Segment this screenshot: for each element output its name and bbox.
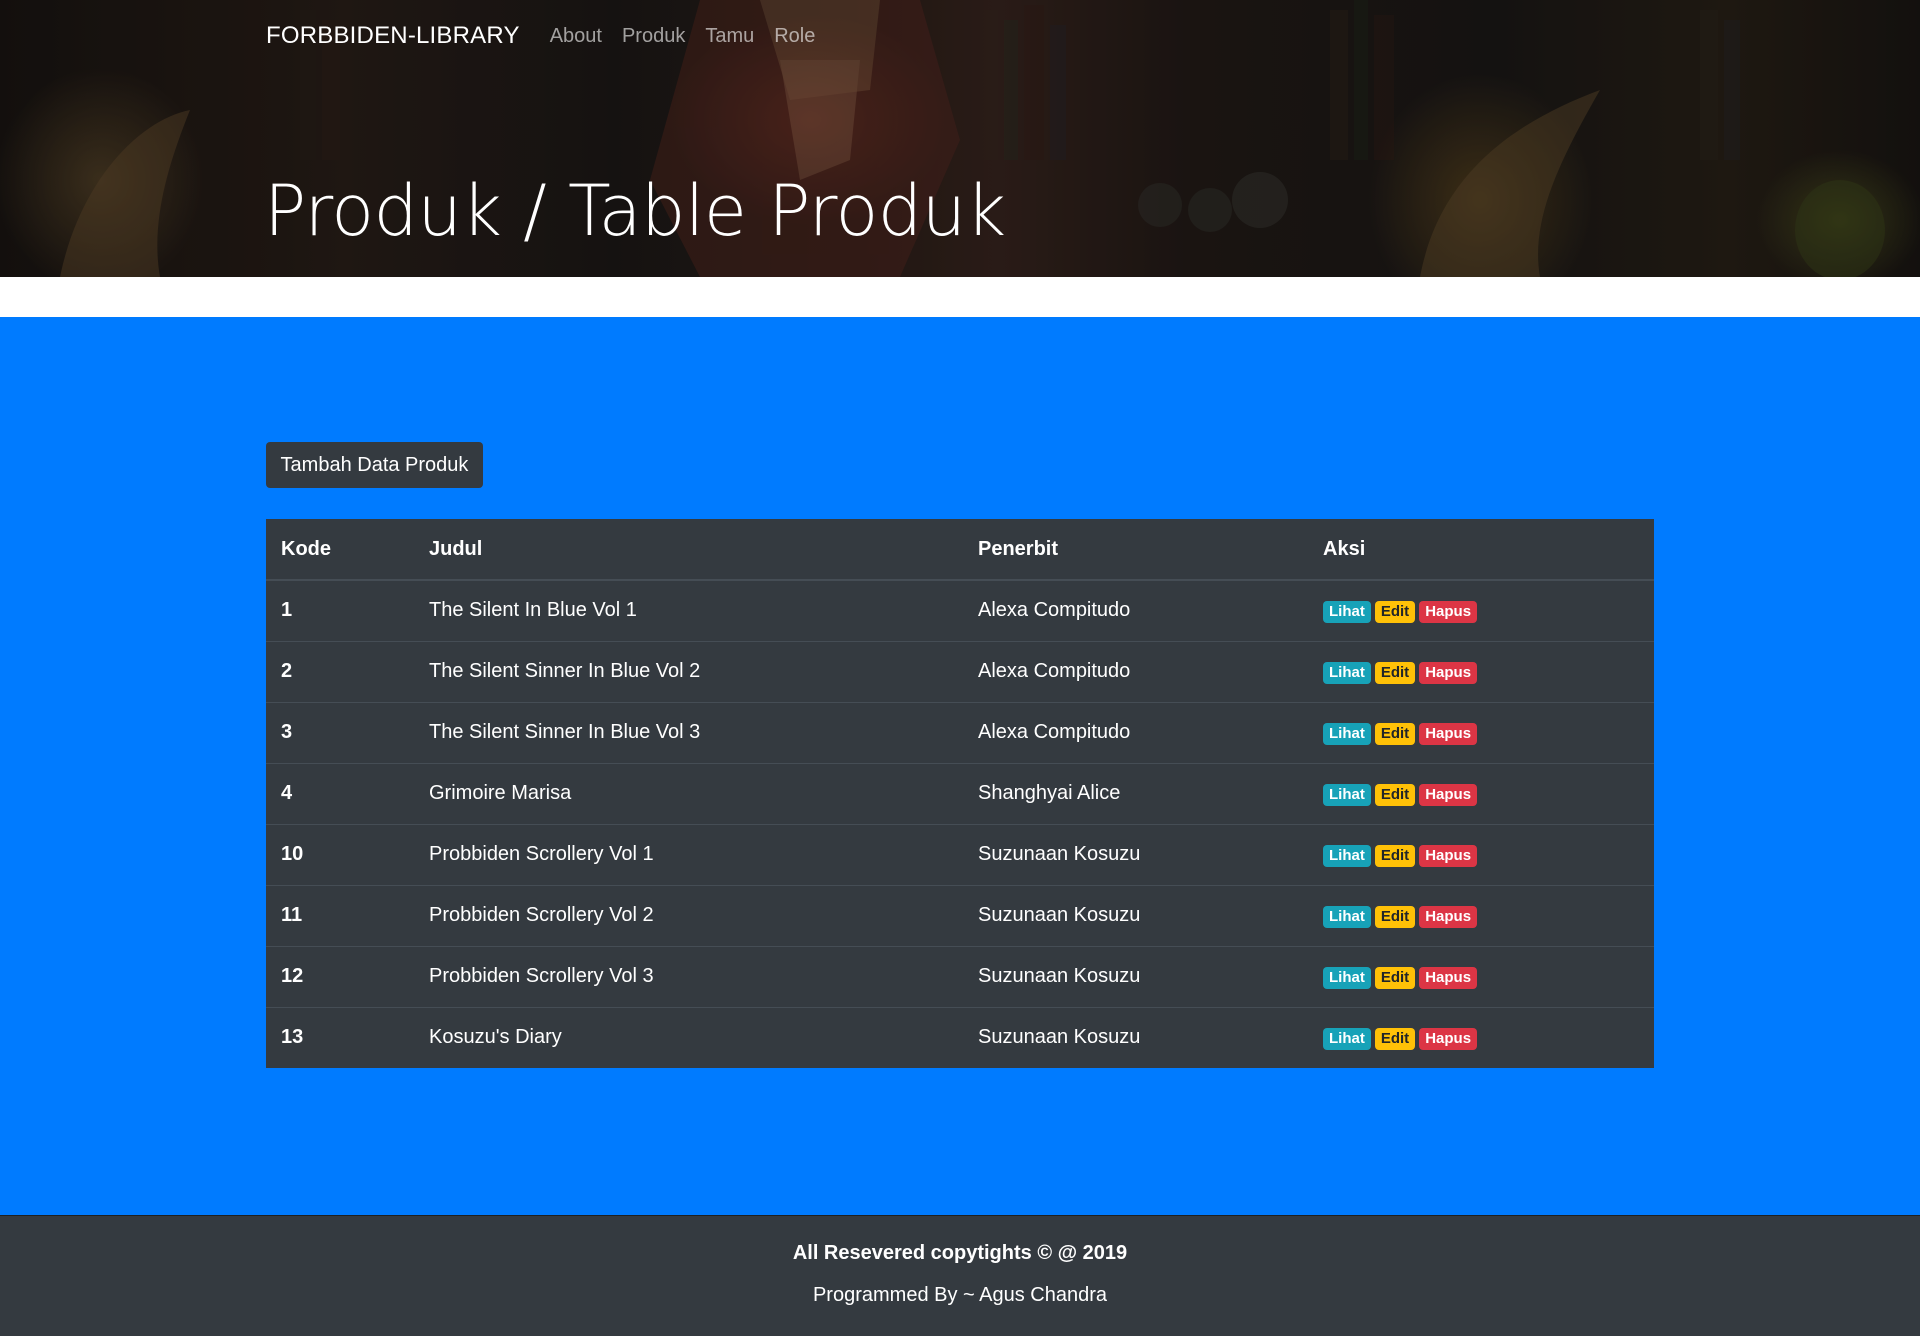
page-title: Produk / Table Produk — [264, 170, 1006, 252]
table-row: 2 The Silent Sinner In Blue Vol 2 Alexa Co… — [266, 640, 1654, 702]
cell-judul: The Silent In Blue Vol 1 — [414, 579, 963, 641]
table-row: 1 The Silent In Blue Vol 1 Alexa Compitudo… — [266, 579, 1654, 641]
cell-penerbit: Suzunaan Kosuzu — [963, 884, 1308, 946]
edit-button[interactable]: Edit — [1374, 905, 1416, 928]
edit-button[interactable]: Edit — [1374, 966, 1416, 989]
table-row: 12 Probbiden Scrollery Vol 3 Suzunaan Kosu… — [266, 945, 1654, 1007]
cell-kode: 11 — [266, 884, 414, 946]
view-button[interactable]: Lihat — [1323, 966, 1371, 989]
delete-button[interactable]: Hapus — [1419, 661, 1478, 684]
cell-penerbit: Shanghyai Alice — [963, 762, 1308, 824]
table-row: 4 Grimoire Marisa Shanghyai Alice Lihat Edit… — [266, 762, 1654, 824]
delete-button[interactable]: Hapus — [1419, 966, 1478, 989]
cell-aksi: Lihat Edit Hapus — [1308, 640, 1654, 702]
view-button[interactable]: Lihat — [1323, 600, 1371, 623]
navbar: FORBBIDEN-LIBRARY About Produk Tamu Role — [266, 18, 835, 54]
nav-link-about[interactable]: About — [550, 25, 602, 48]
table-header: Kode Judul Penerbit Aksi — [266, 519, 1654, 581]
view-button[interactable]: Lihat — [1323, 905, 1371, 928]
footer: All Resevered copytights © @ 2019 Progra… — [0, 1215, 1920, 1336]
table-body: 1 The Silent In Blue Vol 1 Alexa Compitudo… — [266, 579, 1654, 1068]
cell-penerbit: Suzunaan Kosuzu — [963, 1006, 1308, 1068]
cell-kode: 4 — [266, 762, 414, 824]
cell-penerbit: Alexa Compitudo — [963, 579, 1308, 641]
cell-aksi: Lihat Edit Hapus — [1308, 823, 1654, 885]
view-button[interactable]: Lihat — [1323, 661, 1371, 684]
column-header-aksi: Aksi — [1308, 519, 1654, 581]
brand-link[interactable]: FORBBIDEN-LIBRARY — [266, 22, 520, 50]
view-button[interactable]: Lihat — [1323, 722, 1371, 745]
footer-author: Programmed By ~ Agus Chandra — [812, 1284, 1108, 1306]
footer-copyright: All Resevered copytights © @ 2019 — [792, 1242, 1128, 1264]
nav-link-produk[interactable]: Produk — [622, 25, 685, 48]
add-product-button[interactable]: Tambah Data Produk — [266, 442, 483, 488]
cell-aksi: Lihat Edit Hapus — [1308, 579, 1654, 641]
view-button[interactable]: Lihat — [1323, 844, 1371, 867]
delete-button[interactable]: Hapus — [1419, 1027, 1478, 1050]
view-button[interactable]: Lihat — [1323, 783, 1371, 806]
cell-judul: The Silent Sinner In Blue Vol 2 — [414, 640, 963, 702]
cell-penerbit: Alexa Compitudo — [963, 701, 1308, 763]
cell-judul: Kosuzu's Diary — [414, 1006, 963, 1068]
cell-aksi: Lihat Edit Hapus — [1308, 701, 1654, 763]
cell-kode: 2 — [266, 640, 414, 702]
cell-penerbit: Alexa Compitudo — [963, 640, 1308, 702]
column-header-judul: Judul — [414, 519, 963, 581]
table-row: 3 The Silent Sinner In Blue Vol 3 Alexa Co… — [266, 701, 1654, 763]
cell-judul: Grimoire Marisa — [414, 762, 963, 824]
table-row: 11 Probbiden Scrollery Vol 2 Suzunaan Kosu… — [266, 884, 1654, 946]
view-button[interactable]: Lihat — [1323, 1027, 1371, 1050]
cell-judul: Probbiden Scrollery Vol 3 — [414, 945, 963, 1007]
table-row: 13 Kosuzu's Diary Suzunaan Kosuzu Lihat Edit… — [266, 1006, 1654, 1068]
cell-penerbit: Suzunaan Kosuzu — [963, 945, 1308, 1007]
cell-kode: 3 — [266, 701, 414, 763]
cell-kode: 1 — [266, 579, 414, 641]
cell-judul: Probbiden Scrollery Vol 2 — [414, 884, 963, 946]
edit-button[interactable]: Edit — [1374, 783, 1416, 806]
edit-button[interactable]: Edit — [1374, 661, 1416, 684]
cell-aksi: Lihat Edit Hapus — [1308, 884, 1654, 946]
edit-button[interactable]: Edit — [1374, 600, 1416, 623]
cell-kode: 13 — [266, 1006, 414, 1068]
nav-link-tamu[interactable]: Tamu — [705, 25, 754, 48]
delete-button[interactable]: Hapus — [1419, 905, 1478, 928]
product-table: Kode Judul Penerbit Aksi 1 The Silent In … — [266, 519, 1654, 1068]
delete-button[interactable]: Hapus — [1419, 600, 1478, 623]
delete-button[interactable]: Hapus — [1419, 783, 1478, 806]
edit-button[interactable]: Edit — [1374, 722, 1416, 745]
table-row: 10 Probbiden Scrollery Vol 1 Suzunaan Kosu… — [266, 823, 1654, 885]
column-header-kode: Kode — [266, 519, 414, 581]
delete-button[interactable]: Hapus — [1419, 844, 1478, 867]
hero-banner: FORBBIDEN-LIBRARY About Produk Tamu Role… — [0, 0, 1920, 277]
cell-judul: Probbiden Scrollery Vol 1 — [414, 823, 963, 885]
main-content: Tambah Data Produk Kode Judul Penerbit A… — [0, 317, 1920, 1215]
cell-aksi: Lihat Edit Hapus — [1308, 762, 1654, 824]
cell-kode: 10 — [266, 823, 414, 885]
cell-aksi: Lihat Edit Hapus — [1308, 945, 1654, 1007]
cell-judul: The Silent Sinner In Blue Vol 3 — [414, 701, 963, 763]
edit-button[interactable]: Edit — [1374, 1027, 1416, 1050]
delete-button[interactable]: Hapus — [1419, 722, 1478, 745]
column-header-penerbit: Penerbit — [963, 519, 1308, 581]
cell-penerbit: Suzunaan Kosuzu — [963, 823, 1308, 885]
cell-kode: 12 — [266, 945, 414, 1007]
cell-aksi: Lihat Edit Hapus — [1308, 1006, 1654, 1068]
nav-link-role[interactable]: Role — [774, 25, 815, 48]
edit-button[interactable]: Edit — [1374, 844, 1416, 867]
